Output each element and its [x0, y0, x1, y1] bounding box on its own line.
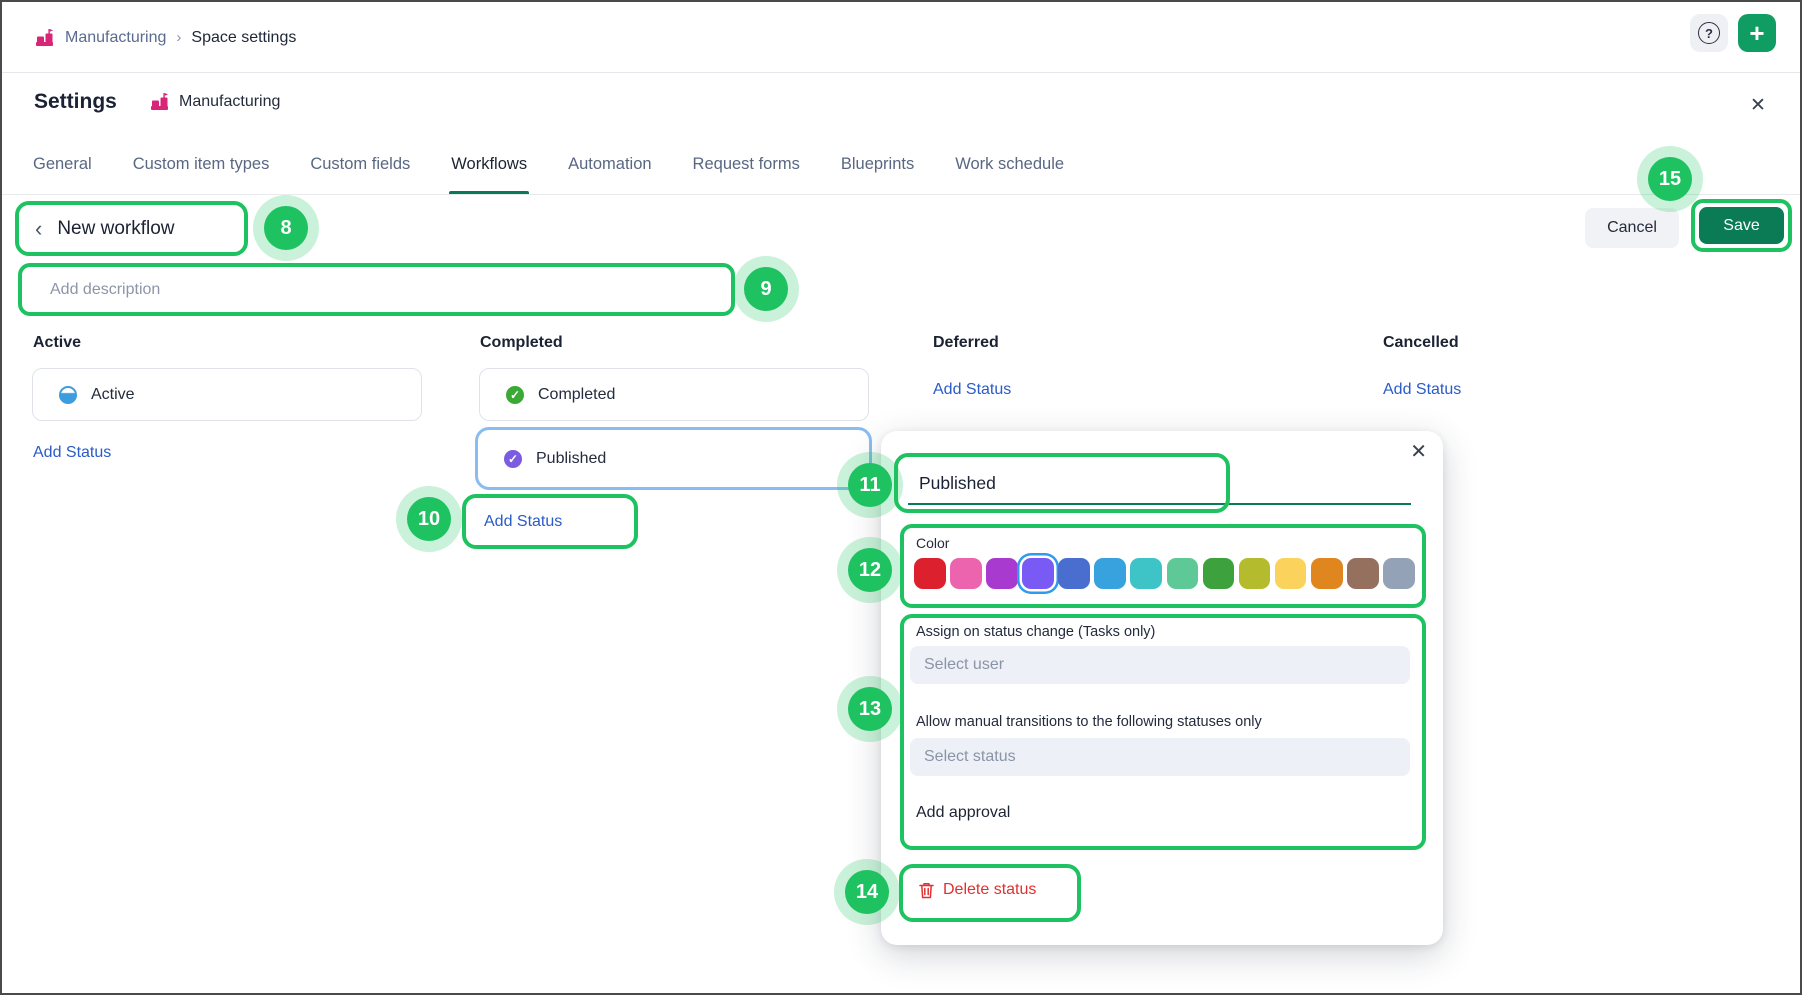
delete-status-label: Delete status	[943, 881, 1036, 899]
save-button[interactable]: Save	[1699, 207, 1784, 244]
tab-custom-fields[interactable]: Custom fields	[310, 134, 410, 194]
space-chip-label: Manufacturing	[179, 93, 280, 111]
annotation-badge-11: 11	[848, 463, 892, 507]
tab-blueprints[interactable]: Blueprints	[841, 134, 914, 194]
column-title-active: Active	[33, 334, 81, 352]
select-status-input[interactable]: Select status	[910, 738, 1410, 776]
column-title-cancelled: Cancelled	[1383, 334, 1459, 352]
select-user-input[interactable]: Select user	[910, 646, 1410, 684]
breadcrumb-space-link[interactable]: Manufacturing	[65, 29, 166, 47]
description-placeholder: Add description	[50, 281, 160, 299]
color-swatch[interactable]	[1130, 558, 1162, 589]
manufacturing-space-icon	[35, 28, 55, 48]
annotation-badge-10: 10	[407, 497, 451, 541]
add-status-link-completed[interactable]: Add Status	[484, 513, 562, 531]
question-mark-icon: ?	[1698, 22, 1720, 44]
color-swatch[interactable]	[1275, 558, 1307, 589]
breadcrumb-separator: ›	[176, 29, 181, 46]
status-label: Published	[536, 450, 606, 468]
color-section-label: Color	[916, 535, 949, 551]
help-button[interactable]: ?	[1690, 14, 1728, 52]
back-chevron-icon[interactable]: ‹	[35, 218, 42, 240]
add-button[interactable]: +	[1738, 14, 1776, 52]
save-button-highlight: Save	[1691, 199, 1792, 252]
manufacturing-space-icon	[150, 92, 170, 112]
check-circle-icon: ✓	[504, 450, 522, 468]
color-swatch[interactable]	[1167, 558, 1199, 589]
topbar-actions: ? +	[1690, 14, 1776, 52]
status-label: Active	[91, 386, 135, 404]
status-editor-popup: ✕ Published Color Assign on status chang…	[881, 431, 1443, 945]
add-approval-link[interactable]: Add approval	[916, 804, 1010, 822]
column-title-completed: Completed	[480, 334, 563, 352]
space-chip: Manufacturing	[150, 92, 280, 112]
tab-request-forms[interactable]: Request forms	[693, 134, 800, 194]
tabs: General Custom item types Custom fields Wor…	[2, 134, 1800, 195]
add-status-highlight-completed: Add Status	[462, 494, 638, 549]
workflow-name-label: New workflow	[57, 218, 174, 240]
status-card-active[interactable]: Active	[32, 368, 422, 421]
status-card-completed[interactable]: ✓ Completed	[479, 368, 869, 421]
status-label: Completed	[538, 386, 615, 404]
workflow-name-box[interactable]: ‹ New workflow	[15, 201, 248, 256]
color-swatch-row	[914, 558, 1415, 589]
annotation-badge-12: 12	[848, 548, 892, 592]
color-swatch[interactable]	[1203, 558, 1235, 589]
assign-on-status-change-label: Assign on status change (Tasks only)	[916, 624, 1155, 640]
top-bar: Manufacturing › Space settings ? +	[2, 2, 1800, 73]
annotation-badge-15: 15	[1648, 157, 1692, 201]
color-swatch[interactable]	[1347, 558, 1379, 589]
delete-status-button[interactable]: Delete status	[919, 881, 1036, 899]
color-swatch[interactable]	[950, 558, 982, 589]
color-swatch[interactable]	[1311, 558, 1343, 589]
tab-workflows[interactable]: Workflows	[451, 134, 527, 194]
add-status-link-cancelled[interactable]: Add Status	[1383, 381, 1461, 399]
popup-close-icon[interactable]: ✕	[1410, 439, 1427, 464]
annotation-badge-9: 9	[744, 267, 788, 311]
breadcrumb: Manufacturing › Space settings	[35, 2, 296, 73]
color-swatch[interactable]	[1239, 558, 1271, 589]
color-swatch[interactable]	[914, 558, 946, 589]
manual-transitions-label: Allow manual transitions to the followin…	[916, 714, 1262, 730]
annotation-badge-8: 8	[264, 206, 308, 250]
color-swatch[interactable]	[1022, 558, 1054, 589]
status-card-published-selected[interactable]: ✓ Published	[475, 427, 872, 490]
color-swatch[interactable]	[1383, 558, 1415, 589]
tab-automation[interactable]: Automation	[568, 134, 651, 194]
tab-custom-item-types[interactable]: Custom item types	[133, 134, 270, 194]
add-status-link-active[interactable]: Add Status	[33, 444, 111, 462]
plus-icon: +	[1749, 20, 1764, 46]
page-title: Settings	[34, 90, 117, 114]
tab-general[interactable]: General	[33, 134, 92, 194]
column-title-deferred: Deferred	[933, 334, 999, 352]
active-status-icon	[59, 386, 77, 404]
description-input[interactable]: Add description	[18, 263, 735, 316]
trash-icon	[919, 882, 934, 899]
color-swatch[interactable]	[1058, 558, 1090, 589]
check-circle-icon: ✓	[506, 386, 524, 404]
add-status-link-deferred[interactable]: Add Status	[933, 381, 1011, 399]
status-name-input[interactable]: Published	[908, 463, 1411, 505]
breadcrumb-current-page: Space settings	[191, 29, 296, 47]
tab-work-schedule[interactable]: Work schedule	[955, 134, 1064, 194]
annotation-badge-13: 13	[848, 687, 892, 731]
color-swatch[interactable]	[1094, 558, 1126, 589]
cancel-button[interactable]: Cancel	[1585, 208, 1679, 248]
space-settings-window: Manufacturing › Space settings ? + Setti…	[0, 0, 1802, 995]
color-swatch[interactable]	[986, 558, 1018, 589]
annotation-badge-14: 14	[845, 870, 889, 914]
settings-close-icon[interactable]: ✕	[1750, 94, 1766, 117]
